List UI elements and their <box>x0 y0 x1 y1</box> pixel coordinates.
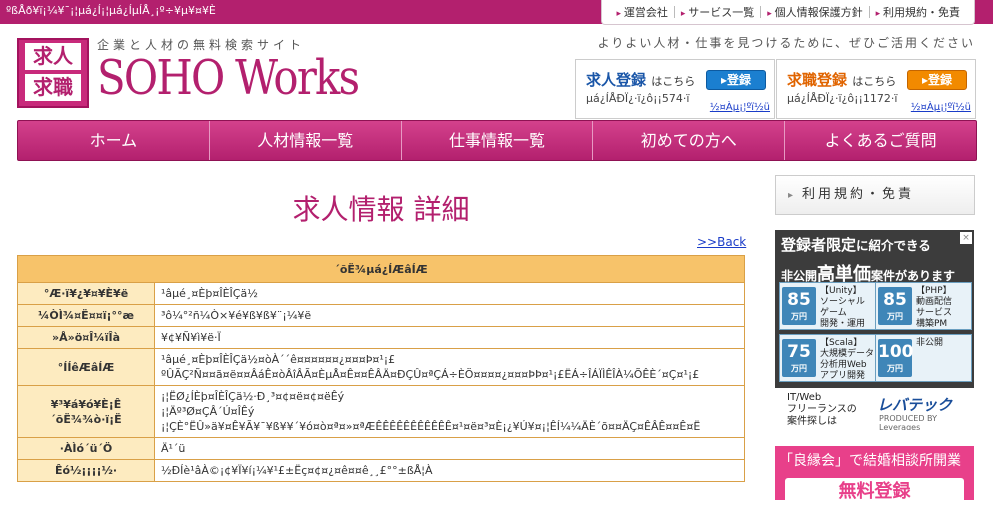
utility-link-services[interactable]: サービス一覧 <box>675 4 760 20</box>
logo-badge-bottom: 求職 <box>25 74 81 101</box>
top-bar: ºßÅð¥ï¡¼¥¯¡¦µá¿Í¡¦µá¿ÍµÍÅ¸¡º÷¥µ¥¤¥È 運営会社… <box>0 0 993 25</box>
ad-brand-sub: PRODUCED BY Leverages <box>879 414 937 430</box>
ad-tile-price: 100 万円 <box>878 339 914 377</box>
ad-tile-price: 85 万円 <box>878 287 912 325</box>
logo-badge-top: 求人 <box>25 43 81 70</box>
row-value-line: Ä¹´ü <box>161 442 186 455</box>
sidebar-terms-link[interactable]: 利用規約・免責 <box>775 175 975 215</box>
tagline: よりよい人材・仕事を見つけるために、ぜひご活用ください <box>597 36 975 50</box>
ad-job-tile[interactable]: 85 万円 【Unity】 ソーシャル ゲーム 開発・運用 <box>779 282 876 330</box>
ad-job-tile[interactable]: 100 万円 非公開 <box>875 334 972 382</box>
utility-link-company[interactable]: 運営会社 <box>610 4 673 20</box>
job-register-box: 求職登録 はこちら ▸登録 µá¿ÍÅÐÏ¿·ï¿ô¡¡1172·ï ½¤Àµ¡… <box>776 59 976 119</box>
table-row: ¼ÒÌ¾¤Ë¤¤ï¡°°æ ³ô¼°²ñ¼Ò×¥é¥ß¥ß¥¨¡¼¥ë <box>17 304 745 327</box>
row-label: Êó½¡¡¡¡½· <box>17 459 155 482</box>
ad-tile-price: 85 万円 <box>782 287 816 325</box>
row-value-line: ¹âµé¸¤Èþ¤ÎÈÎÇä½ <box>161 287 258 300</box>
row-value-line: ¡¦ÇÈ°ËÛ»ä¥¤Ê¥Ã¥¯¥ß¥¥´¥ó¤ò¤ª¤»¤ªÆÊÊÊÊÊÊÊÊ… <box>161 420 701 433</box>
talent-register-box: 求人登録 はこちら ▸登録 µá¿ÍÅÐÏ¿·ï¿ô¡¡574·ï ½¤Àµ¡¦… <box>575 59 775 119</box>
sidebar-ad-banner[interactable]: × 登録者限定に紹介できる 非公開高単価案件があります 85 万円 【Unity】 … <box>775 230 974 430</box>
ad-headline: 登録者限定に紹介できる <box>781 236 931 254</box>
page-title: 求人情報 詳細 <box>292 193 470 226</box>
row-label: ·ÀÌó´ü´Ö <box>17 437 155 460</box>
job-register-heading: 求職登録 はこちら <box>787 71 897 89</box>
row-label: ¥³¥á¥ó¥È¡Ê ´õË¾¾ò·ï¡Ë <box>17 385 155 438</box>
table-row: »Å»ö¤Î¼ïÎà ¥¢¥Ñ¥ì¥ë·Ï <box>17 326 745 349</box>
row-value-line: ¹âµé¸¤Èþ¤ÎÈÎÇä½¤òÀ´´ê¤¤¤¤¤¤¿¤¤¤Þ¤¹¡£ <box>161 353 396 366</box>
talent-register-button[interactable]: ▸登録 <box>706 70 766 90</box>
nav-home[interactable]: ホーム <box>18 121 210 160</box>
table-caption: ´õË¾µá¿ÍÆâÍÆ <box>17 255 745 283</box>
ad-brand-logo: レバテック <box>877 396 953 414</box>
row-value-line: ¡¦ËØ¿ÍÈþ¤ÎÈÎÇä½·Ð¸³¤¢¤ë¤¢¤ëÊý <box>161 390 345 403</box>
ad-brand-copy: IT/Web フリーランスの 案件探しは <box>787 392 857 427</box>
sidebar-ad-marriage[interactable]: 「良縁会」で結婚相談所開業 無料登録 <box>775 446 974 506</box>
table-row: Êó½¡¡¡¡½· ½ÐÍè¹âÀ©¡¢¥Ï¥í¡¼¥¹£±Ëç¤¢¤¿¤ê¤¤ê… <box>17 459 745 482</box>
table-row: °Æ·ï¥¿¥¤¥È¥ë ¹âµé¸¤Èþ¤ÎÈÎÇä½ <box>17 282 745 305</box>
nav-first-time[interactable]: 初めての方へ <box>593 121 786 160</box>
row-label: °ÍÍêÆâÍÆ <box>17 348 155 386</box>
row-value-line: ½ÐÍè¹âÀ©¡¢¥Ï¥í¡¼¥¹£±Ëç¤¢¤¿¤ê¤¤ê¸¸£°°±ßÅ¦… <box>161 464 433 477</box>
ad-tile-price: 75 万円 <box>782 339 816 377</box>
nav-job-list[interactable]: 仕事情報一覧 <box>402 121 594 160</box>
ad-brand-strip: IT/Web フリーランスの 案件探しは レバテック PRODUCED BY L… <box>775 388 974 430</box>
talent-edit-link[interactable]: ½¤Àµ¡¦ºï½ü <box>710 102 770 113</box>
talent-register-heading: 求人登録 はこちら <box>586 71 696 89</box>
row-value: Ä¹´ü <box>154 437 745 460</box>
talent-register-count: µá¿ÍÅÐÏ¿·ï¿ô¡¡574·ï <box>586 92 690 105</box>
back-link[interactable]: >>Back <box>697 235 746 249</box>
row-value: ³ô¼°²ñ¼Ò×¥é¥ß¥ß¥¨¡¼¥ë <box>154 304 745 327</box>
ad2-register-button[interactable]: 無料登録 <box>785 478 964 506</box>
nav-talent-list[interactable]: 人材情報一覧 <box>210 121 402 160</box>
row-label: »Å»ö¤Î¼ïÎà <box>17 326 155 349</box>
ad-job-tile[interactable]: 75 万円 【Scala】 大規模データ 分析用Web アプリ開発 <box>779 334 876 382</box>
job-detail-table: ´õË¾µá¿ÍÆâÍÆ °Æ·ï¥¿¥¤¥È¥ë ¹âµé¸¤Èþ¤ÎÈÎÇä½… <box>17 255 745 482</box>
table-row: ¥³¥á¥ó¥È¡Ê ´õË¾¾ò·ï¡Ë ¡¦ËØ¿ÍÈþ¤ÎÈÎÇä½·Ð¸³… <box>17 385 745 438</box>
job-edit-link[interactable]: ½¤Àµ¡¦ºï½ü <box>911 102 971 113</box>
main-nav: ホーム 人材情報一覧 仕事情報一覧 初めての方へ よくあるご質問 <box>17 120 977 161</box>
job-register-button[interactable]: ▸登録 <box>907 70 967 90</box>
logo-badge: 求人 求職 <box>17 38 89 108</box>
ticker-text: ºßÅð¥ï¡¼¥¯¡¦µá¿Í¡¦µá¿ÍµÍÅ¸¡º÷¥µ¥¤¥È <box>6 4 216 17</box>
row-value-line: ¡¦Äº³Ø¤ÇÂ´Ú¤ÎÊý <box>161 405 255 418</box>
row-value: ¹âµé¸¤Èþ¤ÎÈÎÇä½ <box>154 282 745 305</box>
row-value: ¥¢¥Ñ¥ì¥ë·Ï <box>154 326 745 349</box>
ad-tile-desc: 【Unity】 ソーシャル ゲーム 開発・運用 <box>820 286 866 329</box>
close-icon[interactable]: × <box>960 232 972 244</box>
ad-tile-desc: 【PHP】 動画配信 サービス 構築PM <box>916 286 953 329</box>
ad-tile-desc: 【Scala】 大規模データ 分析用Web アプリ開発 <box>820 338 875 381</box>
row-value: ¡¦ËØ¿ÍÈþ¤ÎÈÎÇä½·Ð¸³¤¢¤ë¤¢¤ëÊý ¡¦Äº³Ø¤ÇÂ´Ú… <box>154 385 745 438</box>
table-row: ·ÀÌó´ü´Ö Ä¹´ü <box>17 437 745 460</box>
nav-faq[interactable]: よくあるご質問 <box>785 121 976 160</box>
ad2-title: 「良縁会」で結婚相談所開業 <box>779 453 961 469</box>
utility-link-terms[interactable]: 利用規約・免責 <box>870 4 966 20</box>
site-logo[interactable]: 求人 求職 企業と人材の無料検索サイト SOHO Works <box>17 36 360 108</box>
row-value-line: ºÛÃÇ²Ñ¤¤ã¤ë¤¤ÂáÊ¤òÂîÂÃ¤ÈµÅ¤Ê¤¤ÊÂÄ¤ÐÇÛ¤ªÇ… <box>161 368 700 381</box>
row-value-line: ³ô¼°²ñ¼Ò×¥é¥ß¥ß¥¨¡¼¥ë <box>161 309 312 322</box>
row-value-line: ¥¢¥Ñ¥ì¥ë·Ï <box>161 331 221 344</box>
ad-job-tile[interactable]: 85 万円 【PHP】 動画配信 サービス 構築PM <box>875 282 972 330</box>
utility-nav: 運営会社 サービス一覧 個人情報保護方針 利用規約・免責 <box>601 0 975 25</box>
row-label: °Æ·ï¥¿¥¤¥È¥ë <box>17 282 155 305</box>
row-value: ½ÐÍè¹âÀ©¡¢¥Ï¥í¡¼¥¹£±Ëç¤¢¤¿¤ê¤¤ê¸¸£°°±ßÅ¦… <box>154 459 745 482</box>
row-label: ¼ÒÌ¾¤Ë¤¤ï¡°°æ <box>17 304 155 327</box>
ad-tile-desc: 非公開 <box>916 338 944 348</box>
job-register-count: µá¿ÍÅÐÏ¿·ï¿ô¡¡1172·ï <box>787 92 898 105</box>
logo-name: SOHO Works <box>97 50 360 106</box>
utility-link-privacy[interactable]: 個人情報保護方針 <box>761 4 868 20</box>
table-row: °ÍÍêÆâÍÆ ¹âµé¸¤Èþ¤ÎÈÎÇä½¤òÀ´´ê¤¤¤¤¤¤¿¤¤¤Þ… <box>17 348 745 386</box>
row-value: ¹âµé¸¤Èþ¤ÎÈÎÇä½¤òÀ´´ê¤¤¤¤¤¤¿¤¤¤Þ¤¹¡£ ºÛÃÇ… <box>154 348 745 386</box>
